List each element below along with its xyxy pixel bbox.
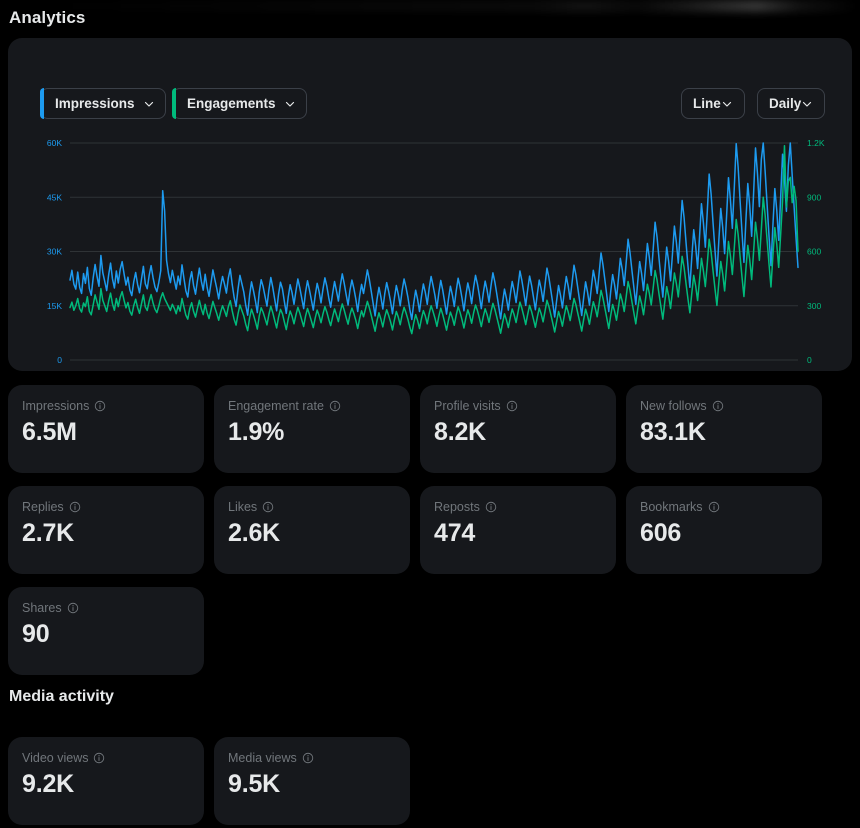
metric-card-label-text: Media views	[228, 751, 297, 765]
metric-card-value: 6.5M	[22, 418, 204, 447]
chevron-down-icon	[721, 98, 733, 110]
metric-card-label: Engagement rate	[228, 399, 410, 413]
info-icon[interactable]	[67, 602, 79, 614]
metric-card-label: Video views	[22, 751, 204, 765]
metric-card-label-text: Engagement rate	[228, 399, 324, 413]
metric-card-video-views[interactable]: Video views 9.2K	[8, 737, 204, 825]
granularity-selector[interactable]: Daily	[757, 88, 825, 119]
metric-selector-impressions-label: Impressions	[55, 96, 135, 111]
metric-card-value: 1.9%	[228, 418, 410, 447]
granularity-selector-label: Daily	[769, 96, 801, 111]
chart-toolbar: Impressions Engagements Line Daily	[8, 38, 852, 92]
info-icon[interactable]	[94, 400, 106, 412]
page-title: Analytics	[9, 8, 86, 28]
chevron-down-icon	[143, 98, 155, 110]
metric-card-value: 9.2K	[22, 770, 204, 799]
metric-card-label: Bookmarks	[640, 500, 822, 514]
info-icon[interactable]	[302, 752, 314, 764]
metric-card-value: 2.6K	[228, 519, 410, 548]
metric-card-label-text: Replies	[22, 500, 64, 514]
metric-card-profile-visits[interactable]: Profile visits 8.2K	[420, 385, 616, 473]
info-icon[interactable]	[93, 752, 105, 764]
chart-type-selector[interactable]: Line	[681, 88, 745, 119]
metric-card-media-views[interactable]: Media views 9.5K	[214, 737, 410, 825]
metric-card-label-text: Impressions	[22, 399, 89, 413]
y-axis-right-tick: 300	[807, 301, 821, 311]
metric-card-bookmarks[interactable]: Bookmarks 606	[626, 486, 822, 574]
info-icon[interactable]	[262, 501, 274, 513]
y-axis-left-tick: 60K	[47, 138, 62, 148]
metric-card-label: Impressions	[22, 399, 204, 413]
metric-card-value: 9.5K	[228, 770, 410, 799]
metric-card-engagement-rate[interactable]: Engagement rate 1.9%	[214, 385, 410, 473]
y-axis-left-tick: 15K	[47, 301, 62, 311]
info-icon[interactable]	[69, 501, 81, 513]
metric-selector-impressions[interactable]: Impressions	[40, 88, 166, 119]
metric-card-label: Replies	[22, 500, 204, 514]
metric-card-label-text: New follows	[640, 399, 707, 413]
metric-card-shares[interactable]: Shares 90	[8, 587, 204, 675]
y-axis-right-tick: 900	[807, 192, 821, 202]
chart-type-selector-label: Line	[693, 96, 721, 111]
y-axis-left-tick: 45K	[47, 192, 62, 202]
metric-card-row: Replies 2.7K Likes 2.6K Reposts 474 Bookmarks 6…	[8, 486, 852, 574]
metric-card-label-text: Reposts	[434, 500, 480, 514]
metric-card-value: 8.2K	[434, 418, 616, 447]
metric-selector-engagements-label: Engagements	[187, 96, 276, 111]
y-axis-right-tick: 0	[807, 355, 812, 365]
metric-card-label: Media views	[228, 751, 410, 765]
metric-card-row: Shares 90	[8, 587, 852, 675]
metric-card-label: Shares	[22, 601, 204, 615]
chevron-down-icon	[284, 98, 296, 110]
impressions-accent-bar	[40, 88, 44, 119]
metric-cards-grid: Impressions 6.5M Engagement rate 1.9% Profil…	[8, 385, 852, 688]
analytics-page: Analytics Impressions Engagements Line	[0, 0, 860, 828]
info-icon[interactable]	[712, 400, 724, 412]
y-axis-left-tick: 0	[57, 355, 62, 365]
metric-card-label: New follows	[640, 399, 822, 413]
chart-card: Impressions Engagements Line Daily	[8, 38, 852, 371]
y-axis-right-tick: 600	[807, 247, 821, 257]
metric-card-new-follows[interactable]: New follows 83.1K	[626, 385, 822, 473]
info-icon[interactable]	[485, 501, 497, 513]
info-icon[interactable]	[506, 400, 518, 412]
metric-card-label-text: Video views	[22, 751, 88, 765]
media-activity-grid: Video views 9.2K Media views 9.5K	[8, 737, 852, 828]
metric-card-value: 83.1K	[640, 418, 822, 447]
chart-series-impressions	[70, 143, 798, 319]
metric-card-value: 474	[434, 519, 616, 548]
metric-card-likes[interactable]: Likes 2.6K	[214, 486, 410, 574]
metric-card-label-text: Likes	[228, 500, 257, 514]
media-activity-title: Media activity	[9, 688, 114, 706]
metric-card-label-text: Profile visits	[434, 399, 501, 413]
metric-card-value: 606	[640, 519, 822, 548]
metric-card-value: 90	[22, 620, 204, 649]
engagements-accent-bar	[172, 88, 176, 119]
metric-card-label-text: Shares	[22, 601, 62, 615]
metric-card-row: Impressions 6.5M Engagement rate 1.9% Profil…	[8, 385, 852, 473]
metric-card-replies[interactable]: Replies 2.7K	[8, 486, 204, 574]
analytics-line-chart[interactable]: 015K30K45K60K03006009001.2KSep 3Oct 26De…	[8, 130, 852, 371]
chevron-down-icon	[801, 98, 813, 110]
metric-selector-engagements[interactable]: Engagements	[172, 88, 307, 119]
metric-card-row: Video views 9.2K Media views 9.5K	[8, 737, 852, 825]
metric-card-label-text: Bookmarks	[640, 500, 703, 514]
metric-card-label: Reposts	[434, 500, 616, 514]
y-axis-right-tick: 1.2K	[807, 138, 825, 148]
metric-card-label: Likes	[228, 500, 410, 514]
chart-plot-area[interactable]: 015K30K45K60K03006009001.2KSep 3Oct 26De…	[8, 130, 852, 371]
metric-card-reposts[interactable]: Reposts 474	[420, 486, 616, 574]
info-icon[interactable]	[329, 400, 341, 412]
info-icon[interactable]	[708, 501, 720, 513]
top-edge-strip	[0, 0, 860, 12]
metric-card-impressions[interactable]: Impressions 6.5M	[8, 385, 204, 473]
metric-card-value: 2.7K	[22, 519, 204, 548]
y-axis-left-tick: 30K	[47, 247, 62, 257]
metric-card-label: Profile visits	[434, 399, 616, 413]
